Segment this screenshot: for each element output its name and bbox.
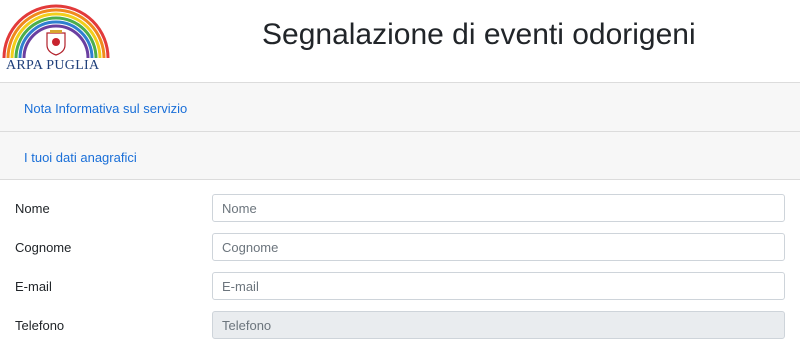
page-title: Segnalazione di eventi odorigeni [262, 18, 696, 51]
email-input[interactable] [212, 272, 785, 300]
telefono-label: Telefono [15, 318, 65, 333]
email-label: E-mail [15, 279, 52, 294]
logo-text: ARPA PUGLIA [6, 58, 100, 73]
form-row-telefono: Telefono [0, 311, 800, 341]
shield-icon [46, 30, 66, 56]
cognome-input[interactable] [212, 233, 785, 261]
form-row-email: E-mail [0, 272, 800, 302]
cognome-label: Cognome [15, 240, 72, 255]
page-header: ARPA PUGLIA Segnalazione di eventi odori… [0, 0, 800, 82]
telefono-input[interactable] [212, 311, 785, 339]
form-row-nome: Nome [0, 194, 800, 224]
form-row-cognome: Cognome [0, 233, 800, 263]
nome-label: Nome [15, 201, 50, 216]
rainbow-logo-icon [2, 4, 110, 59]
nota-informativa-link[interactable]: Nota Informativa sul servizio [24, 101, 187, 116]
nome-input[interactable] [212, 194, 785, 222]
accordion-panel-dati-anagrafici: I tuoi dati anagrafici [0, 131, 800, 180]
arpa-puglia-logo[interactable]: ARPA PUGLIA [0, 0, 112, 82]
accordion-panel-nota-informativa: Nota Informativa sul servizio [0, 82, 800, 131]
dati-anagrafici-link[interactable]: I tuoi dati anagrafici [24, 150, 137, 165]
